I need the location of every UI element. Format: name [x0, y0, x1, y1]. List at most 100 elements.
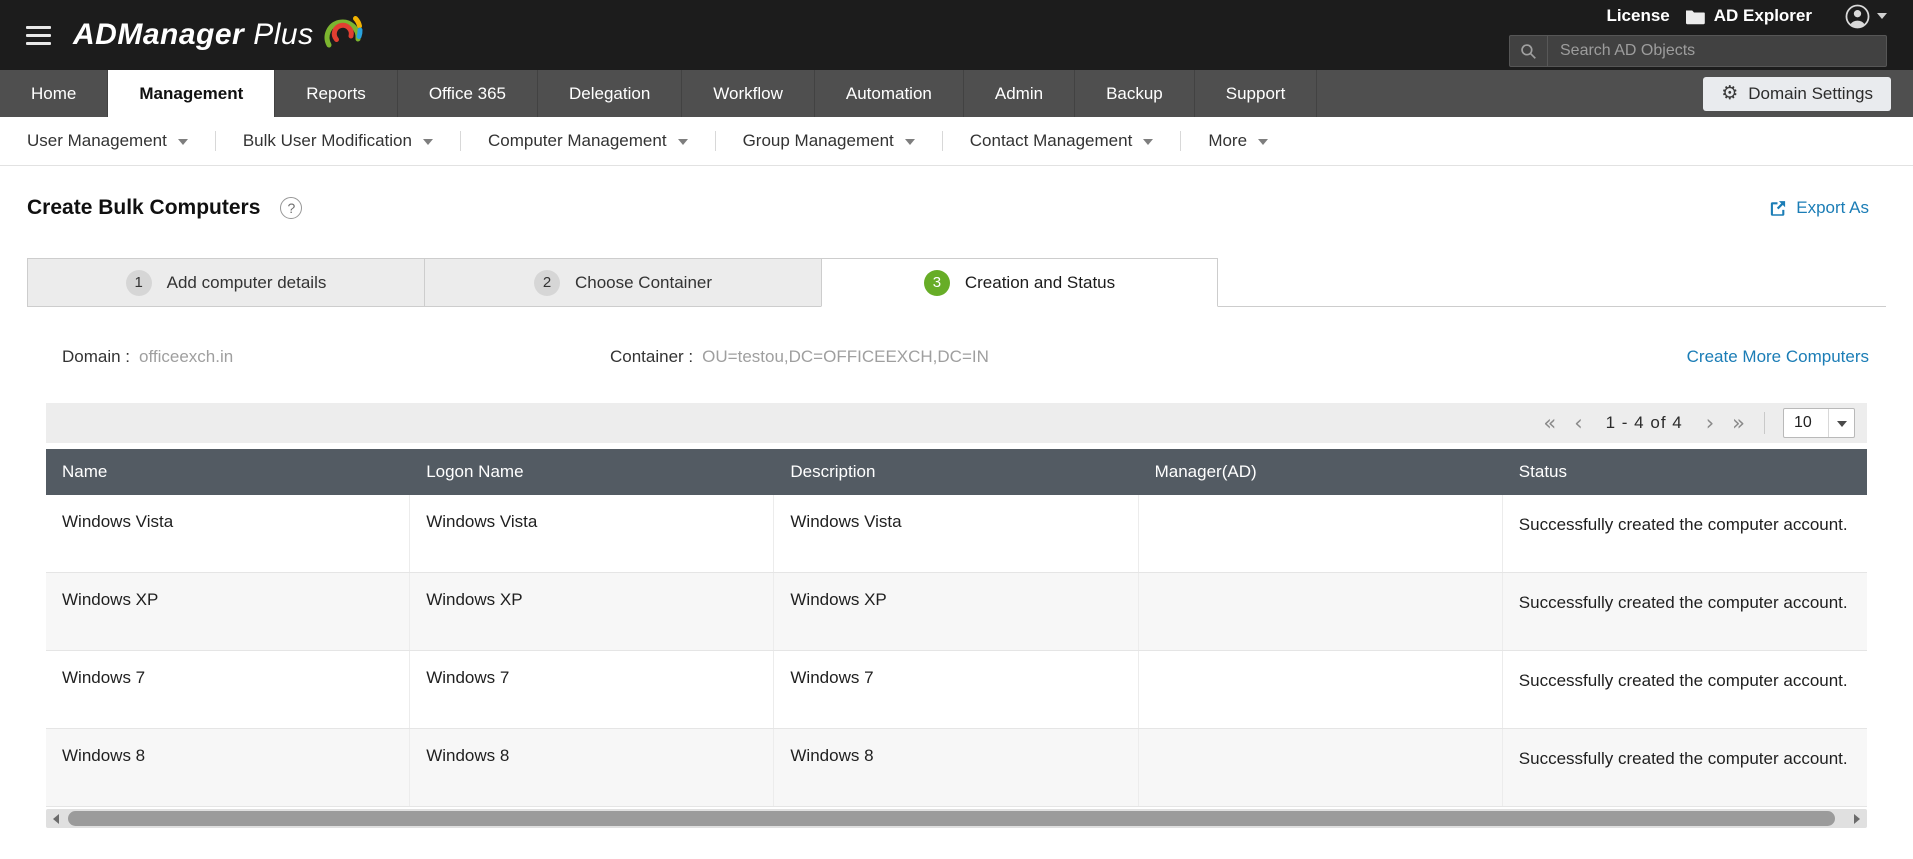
pagination-last-button[interactable]: » [1723, 413, 1754, 434]
step-label: Choose Container [575, 273, 712, 293]
subnav-item-more[interactable]: More [1208, 131, 1268, 151]
container-label: Container : [610, 347, 693, 367]
table-row: Windows 8 Windows 8 Windows 8 Successful… [46, 729, 1867, 807]
nav-tab-admin[interactable]: Admin [964, 70, 1075, 117]
subnav-label: User Management [27, 131, 167, 151]
subnav-item-contact-management[interactable]: Contact Management [970, 131, 1154, 151]
wizard-step-2[interactable]: 2 Choose Container [424, 258, 821, 307]
license-link[interactable]: License [1606, 6, 1669, 26]
page-header: Create Bulk Computers ? Export As [0, 166, 1913, 258]
divider [460, 131, 461, 151]
help-icon[interactable]: ? [280, 197, 302, 219]
export-as-label: Export As [1796, 198, 1869, 218]
cell-name: Windows XP [46, 573, 410, 650]
search-icon[interactable] [1510, 36, 1548, 66]
cell-manager [1139, 495, 1503, 572]
cell-logon-name: Windows Vista [410, 495, 774, 572]
status-text: Successfully created the computer accoun… [1519, 590, 1848, 616]
ad-explorer-label: AD Explorer [1714, 6, 1812, 26]
subnav-item-group-management[interactable]: Group Management [743, 131, 915, 151]
logo-swoosh-icon [318, 10, 364, 52]
gear-icon: ⚙ [1721, 84, 1738, 103]
ad-explorer-link[interactable]: AD Explorer [1685, 6, 1812, 26]
steps-filler [1218, 258, 1886, 307]
table-header-row: Name Logon Name Description Manager(AD) … [46, 449, 1867, 495]
chevron-down-icon [1258, 139, 1268, 145]
select-dropdown-button [1828, 409, 1854, 437]
pagination-bar: « ‹ 1 - 4 of 4 › » 10 [46, 403, 1867, 443]
divider [215, 131, 216, 151]
scrollbar-thumb[interactable] [68, 811, 1835, 826]
menu-icon[interactable] [26, 22, 51, 49]
step-label: Add computer details [167, 273, 327, 293]
chevron-down-icon [423, 139, 433, 145]
cell-description: Windows XP [774, 573, 1138, 650]
scroll-right-button[interactable] [1847, 809, 1867, 828]
logo-suffix: Plus [253, 18, 313, 51]
create-more-computers-link[interactable]: Create More Computers [1687, 347, 1869, 367]
subnav-item-bulk-user-modification[interactable]: Bulk User Modification [243, 131, 433, 151]
app-logo: ADManager Plus [73, 18, 364, 52]
app-logo-text: ADManager Plus [73, 18, 314, 52]
page-size-select[interactable]: 10 [1783, 408, 1855, 438]
chevron-right-icon [1854, 814, 1860, 824]
cell-logon-name: Windows 8 [410, 729, 774, 806]
domain-settings-button[interactable]: ⚙ Domain Settings [1703, 77, 1891, 111]
export-icon [1768, 199, 1787, 218]
chevron-down-icon [1877, 13, 1887, 19]
search-input[interactable] [1548, 42, 1886, 60]
nav-tab-management[interactable]: Management [108, 70, 275, 117]
search-bar [1509, 35, 1887, 67]
column-header-name: Name [46, 462, 410, 482]
pagination-next-button[interactable]: › [1697, 413, 1723, 434]
cell-manager [1139, 573, 1503, 650]
container-value: OU=testou,DC=OFFICEEXCH,DC=IN [702, 347, 989, 367]
nav-tab-delegation[interactable]: Delegation [538, 70, 682, 117]
nav-tab-automation[interactable]: Automation [815, 70, 964, 117]
subnav-item-computer-management[interactable]: Computer Management [488, 131, 688, 151]
wizard-step-1[interactable]: 1 Add computer details [27, 258, 424, 307]
info-row: Domain : officeexch.in Container : OU=te… [62, 347, 1869, 367]
cell-logon-name: Windows XP [410, 573, 774, 650]
pagination-prev-button[interactable]: ‹ [1565, 413, 1591, 434]
sub-nav: User Management Bulk User Modification C… [0, 117, 1913, 166]
main-nav: Home Management Reports Office 365 Deleg… [0, 70, 1913, 117]
subnav-item-user-management[interactable]: User Management [27, 131, 188, 151]
nav-tab-workflow[interactable]: Workflow [682, 70, 815, 117]
table-row: Windows 7 Windows 7 Windows 7 Successful… [46, 651, 1867, 729]
cell-status: Successfully created the computer accoun… [1503, 573, 1867, 650]
cell-status: Successfully created the computer accoun… [1503, 729, 1867, 806]
folder-icon [1685, 8, 1705, 25]
nav-tab-home[interactable]: Home [0, 70, 108, 117]
nav-tab-office-365[interactable]: Office 365 [398, 70, 538, 117]
results-table: Name Logon Name Description Manager(AD) … [46, 449, 1867, 807]
wizard-steps: 1 Add computer details 2 Choose Containe… [27, 258, 1886, 307]
top-bar: ADManager Plus License AD Explorer [0, 0, 1913, 70]
pagination-first-button[interactable]: « [1534, 413, 1565, 434]
chevron-down-icon [1143, 139, 1153, 145]
topbar-links: License AD Explorer [1606, 3, 1887, 29]
domain-value: officeexch.in [139, 347, 233, 367]
nav-tab-reports[interactable]: Reports [275, 70, 398, 117]
scrollbar-track[interactable] [66, 809, 1847, 828]
domain-info: Domain : officeexch.in [62, 347, 610, 367]
domain-settings-label: Domain Settings [1748, 84, 1873, 104]
chevron-down-icon [678, 139, 688, 145]
nav-tab-support[interactable]: Support [1195, 70, 1318, 117]
user-avatar-icon [1845, 4, 1870, 29]
export-as-link[interactable]: Export As [1768, 198, 1869, 218]
admanager-plus-page: ADManager Plus License AD Explorer [0, 0, 1913, 859]
container-info: Container : OU=testou,DC=OFFICEEXCH,DC=I… [610, 347, 989, 367]
logo-brand: ADManager [73, 18, 244, 51]
user-menu[interactable] [1845, 4, 1887, 29]
subnav-label: Bulk User Modification [243, 131, 412, 151]
cell-status: Successfully created the computer accoun… [1503, 495, 1867, 572]
subnav-label: More [1208, 131, 1247, 151]
chevron-down-icon [905, 139, 915, 145]
scroll-left-button[interactable] [46, 809, 66, 828]
topbar-left: ADManager Plus [26, 18, 364, 52]
cell-description: Windows Vista [774, 495, 1138, 572]
chevron-left-icon [53, 814, 59, 824]
wizard-step-3[interactable]: 3 Creation and Status [821, 258, 1218, 307]
nav-tab-backup[interactable]: Backup [1075, 70, 1195, 117]
